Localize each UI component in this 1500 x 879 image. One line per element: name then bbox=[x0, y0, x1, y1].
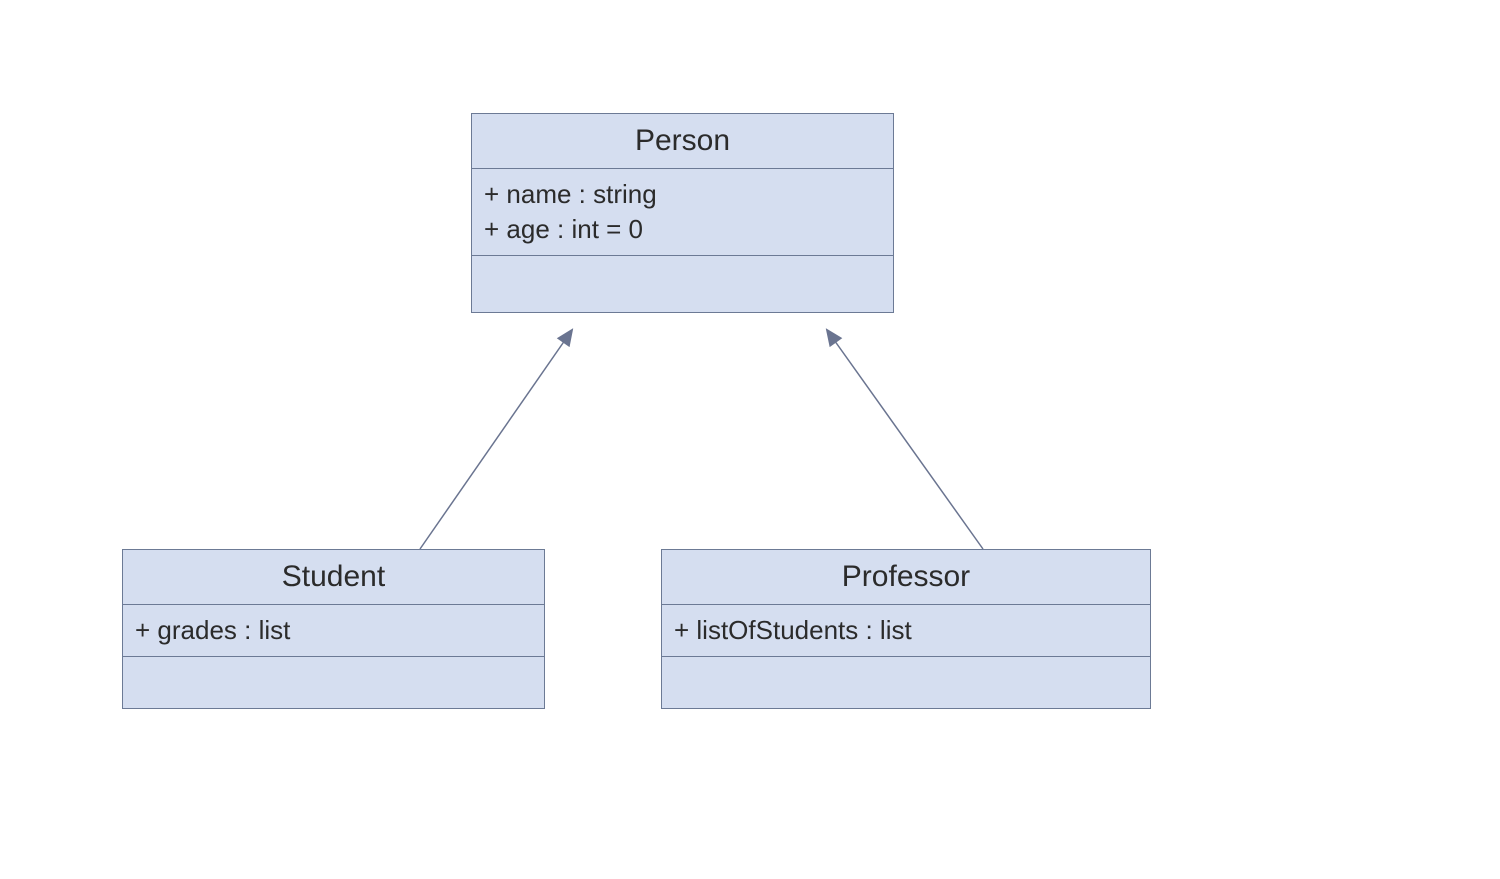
class-attribute: + grades : list bbox=[135, 613, 532, 648]
class-name: Student bbox=[123, 550, 544, 605]
edge-student-person bbox=[420, 330, 572, 549]
class-attributes: + name : string + age : int = 0 bbox=[472, 169, 893, 256]
class-attribute: + name : string bbox=[484, 177, 881, 212]
class-box-student: Student + grades : list bbox=[122, 549, 545, 709]
class-attribute: + listOfStudents : list bbox=[674, 613, 1138, 648]
class-attributes: + grades : list bbox=[123, 605, 544, 657]
class-name: Person bbox=[472, 114, 893, 169]
class-methods bbox=[472, 256, 893, 312]
class-attribute: + age : int = 0 bbox=[484, 212, 881, 247]
class-name: Professor bbox=[662, 550, 1150, 605]
class-methods bbox=[662, 657, 1150, 708]
class-attributes: + listOfStudents : list bbox=[662, 605, 1150, 657]
class-box-professor: Professor + listOfStudents : list bbox=[661, 549, 1151, 709]
class-box-person: Person + name : string + age : int = 0 bbox=[471, 113, 894, 313]
edge-professor-person bbox=[827, 330, 983, 549]
class-methods bbox=[123, 657, 544, 708]
diagram-canvas: Person + name : string + age : int = 0 S… bbox=[0, 0, 1500, 879]
